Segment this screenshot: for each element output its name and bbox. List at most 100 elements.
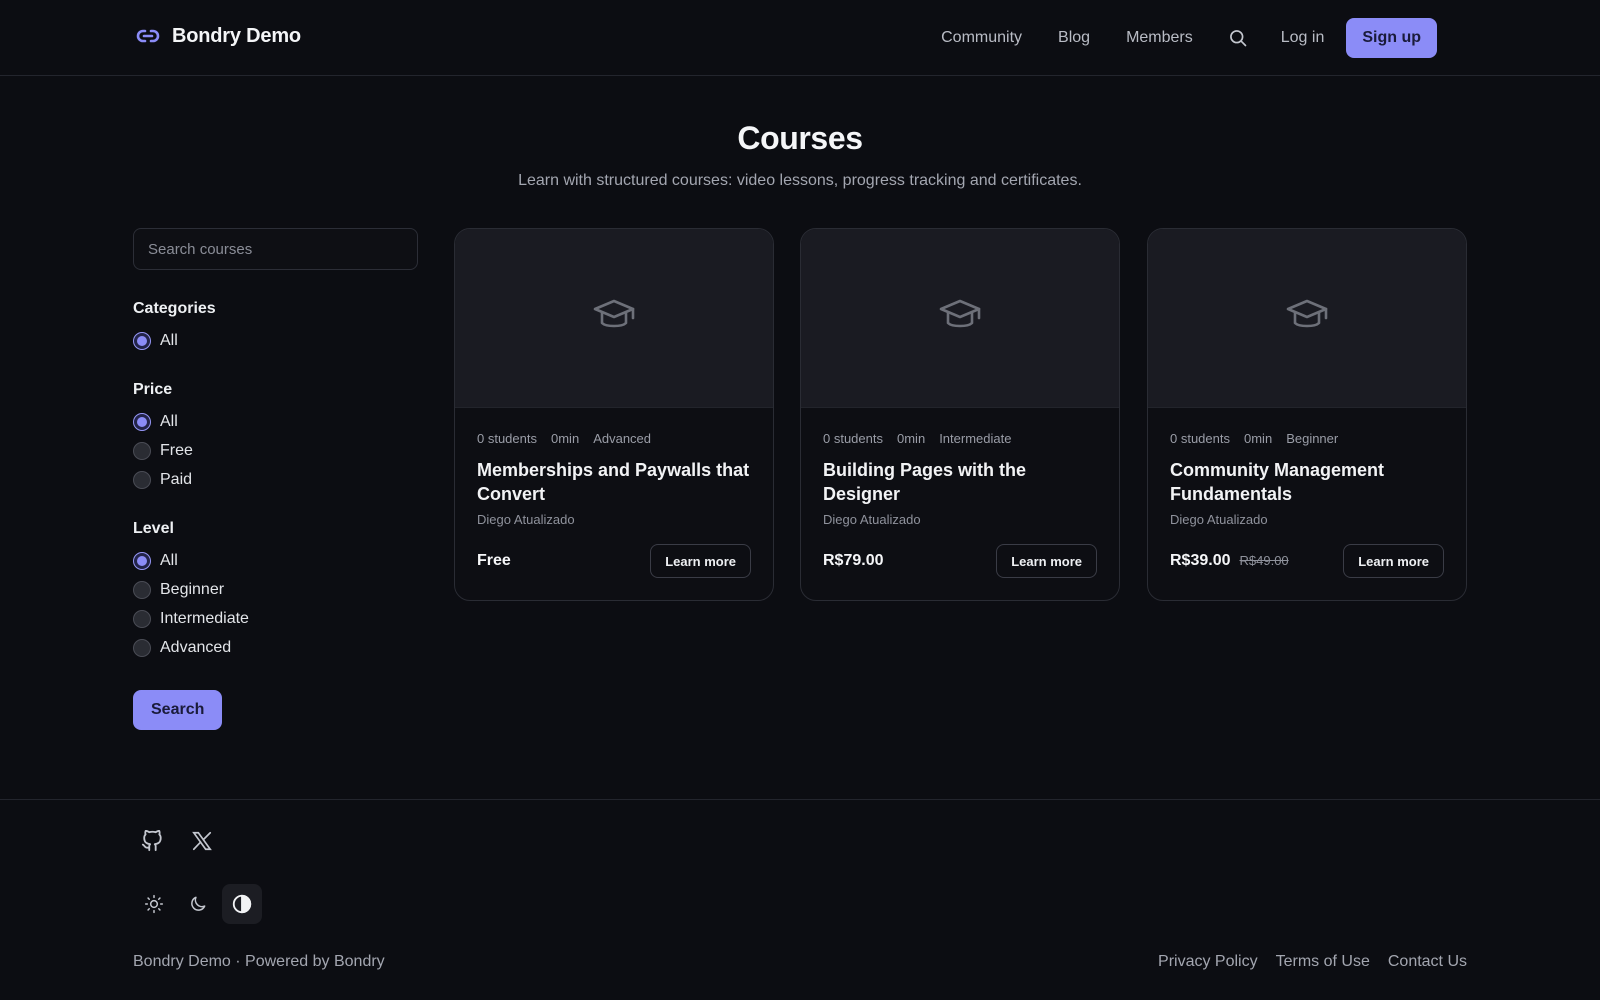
level-option-beginner[interactable]: Beginner (133, 575, 418, 604)
course-duration: 0min (1244, 430, 1273, 446)
graduation-cap-icon (1286, 298, 1328, 339)
page-title: Courses (737, 120, 863, 156)
radio-label: Free (160, 441, 193, 459)
course-author: Diego Atualizado (1170, 512, 1268, 527)
course-price: R$79.00 (823, 552, 884, 570)
course-title[interactable]: Building Pages with the Designer (823, 458, 1097, 506)
radio-label: Intermediate (160, 609, 249, 627)
course-footer: R$39.00 R$49.00 Learn more (1170, 544, 1444, 578)
categories-option-all[interactable]: All (133, 326, 418, 355)
footer-divider (0, 799, 1600, 800)
signup-button[interactable]: Sign up (1346, 18, 1437, 58)
course-title[interactable]: Memberships and Paywalls that Convert (477, 458, 751, 506)
course-meta: 0 students 0min Intermediate (823, 428, 1097, 448)
contact-us-link[interactable]: Contact Us (1388, 953, 1467, 971)
price-filter: Price All Free Paid (133, 381, 418, 494)
brand-name: Bondry Demo (172, 24, 301, 47)
course-students: 0 students (1170, 430, 1230, 446)
price-option-paid[interactable]: Paid (133, 465, 418, 494)
course-duration: 0min (897, 430, 926, 446)
categories-title: Categories (133, 300, 216, 317)
moon-icon[interactable] (178, 884, 218, 924)
course-level: Advanced (593, 430, 652, 446)
radio-unchecked-icon[interactable] (133, 441, 151, 460)
course-students: 0 students (823, 430, 883, 446)
course-price: R$39.00 R$49.00 (1170, 552, 1289, 570)
graduation-cap-icon (593, 298, 635, 339)
main-nav: Community Blog Members Log in Sign up (941, 18, 1437, 58)
radio-unchecked-icon[interactable] (133, 638, 151, 657)
footer-links: Privacy Policy Terms of Use Contact Us (1158, 953, 1467, 971)
radio-label: All (160, 551, 178, 569)
radio-label: All (160, 412, 178, 430)
radio-checked-icon[interactable] (133, 412, 151, 431)
graduation-cap-icon (939, 298, 981, 339)
link-logo-icon (136, 24, 160, 48)
x-icon[interactable] (188, 827, 216, 855)
login-link[interactable]: Log in (1281, 29, 1325, 47)
course-card[interactable]: 0 students 0min Advanced Memberships and… (454, 228, 774, 601)
nav-members[interactable]: Members (1126, 29, 1193, 47)
brand[interactable]: Bondry Demo (136, 24, 301, 48)
course-price: Free (477, 552, 511, 570)
nav-blog[interactable]: Blog (1058, 29, 1090, 47)
search-icon[interactable] (1227, 27, 1249, 49)
radio-checked-icon[interactable] (133, 331, 151, 350)
course-body: 0 students 0min Intermediate Building Pa… (801, 408, 1119, 528)
course-card[interactable]: 0 students 0min Beginner Community Manag… (1147, 228, 1467, 601)
course-footer: Free Learn more (477, 544, 751, 578)
level-filter: Level All Beginner Intermediate Advanced (133, 520, 418, 662)
course-price-current: R$79.00 (823, 552, 884, 569)
site-header: Bondry Demo Community Blog Members Log i… (0, 0, 1600, 76)
level-option-intermediate[interactable]: Intermediate (133, 604, 418, 633)
privacy-policy-link[interactable]: Privacy Policy (1158, 953, 1258, 971)
price-option-free[interactable]: Free (133, 436, 418, 465)
search-courses-input[interactable] (133, 228, 418, 270)
course-body: 0 students 0min Advanced Memberships and… (455, 408, 773, 528)
course-body: 0 students 0min Beginner Community Manag… (1148, 408, 1466, 528)
course-price-current: Free (477, 552, 511, 569)
course-price-original: R$49.00 (1239, 553, 1289, 568)
course-duration: 0min (551, 430, 580, 446)
radio-label: All (160, 331, 178, 349)
course-author: Diego Atualizado (477, 512, 575, 527)
radio-unchecked-icon[interactable] (133, 470, 151, 489)
learn-more-button[interactable]: Learn more (996, 544, 1097, 578)
theme-switcher (134, 884, 262, 924)
course-card[interactable]: 0 students 0min Intermediate Building Pa… (800, 228, 1120, 601)
course-author: Diego Atualizado (823, 512, 921, 527)
radio-unchecked-icon[interactable] (133, 580, 151, 599)
github-icon[interactable] (138, 827, 166, 855)
course-footer: R$79.00 Learn more (823, 544, 1097, 578)
radio-unchecked-icon[interactable] (133, 609, 151, 628)
search-button[interactable]: Search (133, 690, 223, 730)
learn-more-button[interactable]: Learn more (1343, 544, 1444, 578)
course-meta: 0 students 0min Advanced (477, 428, 751, 448)
radio-label: Paid (160, 470, 193, 488)
level-option-all[interactable]: All (133, 546, 418, 575)
price-option-all[interactable]: All (133, 407, 418, 436)
course-thumbnail (801, 229, 1119, 408)
course-price-current: R$39.00 (1170, 552, 1231, 569)
sun-icon[interactable] (134, 884, 174, 924)
footer-copyright: Bondry Demo · Powered by Bondry (133, 953, 385, 970)
course-meta: 0 students 0min Beginner (1170, 428, 1444, 448)
contrast-icon[interactable] (222, 884, 262, 924)
course-thumbnail (1148, 229, 1466, 408)
radio-checked-icon[interactable] (133, 551, 151, 570)
radio-label: Beginner (160, 580, 225, 598)
radio-label: Advanced (160, 638, 232, 656)
course-title[interactable]: Community Management Fundamentals (1170, 458, 1444, 506)
price-title: Price (133, 381, 173, 398)
learn-more-button[interactable]: Learn more (650, 544, 751, 578)
page-subtitle: Learn with structured courses: video les… (518, 172, 1082, 189)
categories-filter: Categories All (133, 300, 418, 355)
filters-sidebar: Categories All Price All Free Paid Level… (133, 228, 418, 730)
terms-of-use-link[interactable]: Terms of Use (1276, 953, 1370, 971)
nav-community[interactable]: Community (941, 29, 1022, 47)
course-level: Beginner (1286, 430, 1339, 446)
course-level: Intermediate (939, 430, 1012, 446)
course-thumbnail (455, 229, 773, 408)
level-option-advanced[interactable]: Advanced (133, 633, 418, 662)
level-title: Level (133, 520, 174, 537)
